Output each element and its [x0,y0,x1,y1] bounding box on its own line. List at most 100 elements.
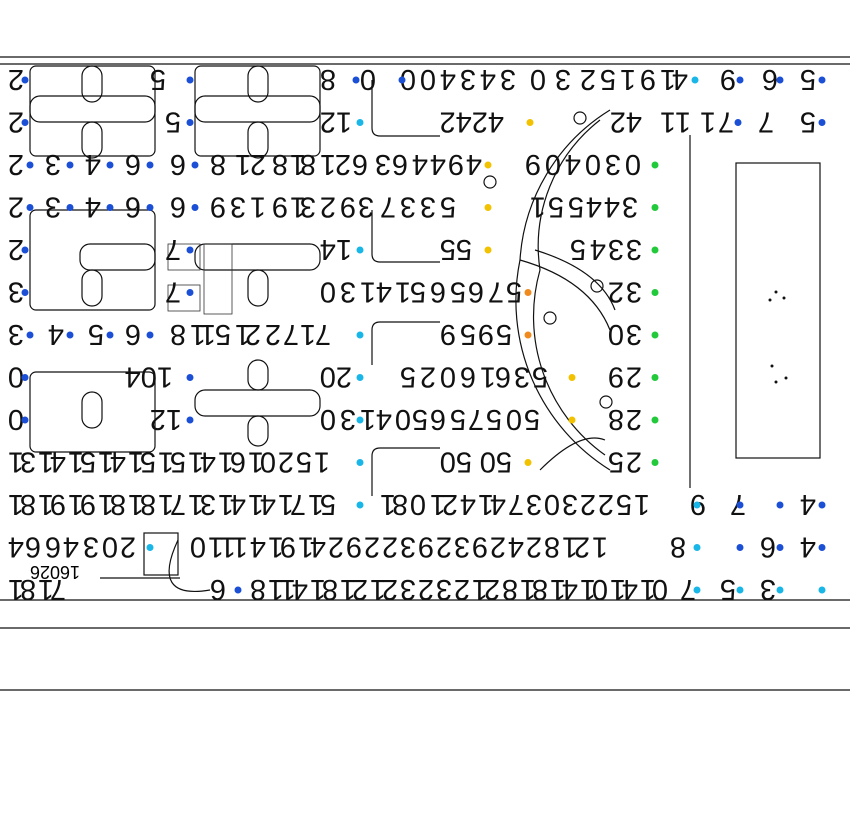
dim-label: 7 [165,276,181,308]
dim-label: 2 [8,106,24,138]
dim-label: 7 [380,191,396,223]
dim-label: 4 [460,488,476,520]
dim-label: 4 [800,531,816,563]
dim-label: 4 [440,63,456,95]
dim-label: 0 [8,403,24,435]
marker-dot [776,544,784,551]
dim-label: 7 [315,318,331,350]
dim-label: 2 [8,191,24,223]
dim-label: 8 [140,488,156,520]
dim-label: 5 [532,361,548,393]
dim-label: 0 [585,148,601,180]
dim-label: 7 [508,488,524,520]
marker-dot [356,459,364,466]
marker-dot [736,501,744,509]
dim-label: 8 [250,573,266,605]
dim-label: 9 [608,361,624,393]
marker-dot [818,501,826,509]
marker-dot [21,416,29,424]
marker-dot [568,374,576,381]
dim-label: 0 [260,446,276,478]
panel-mark-2 [782,296,786,300]
marker-dot [651,246,659,254]
dim-label: 5 [608,446,624,478]
panel-mark-4 [770,364,774,368]
marker-dot [146,161,154,169]
marker-dot [21,289,29,296]
panel-mark-1 [774,290,778,294]
dim-label: 42 [610,106,642,138]
dim-label: 0 [420,63,436,95]
dim-label: 9 [272,191,288,223]
dim-label: 9 [280,531,296,563]
dim-label: 4 [480,63,496,95]
dim-label: 5 [410,276,426,308]
dim-label: 4 [230,488,246,520]
dim-label: 5 [568,191,584,223]
marker-dot [21,76,29,84]
dim-label: 9 [80,488,96,520]
dim-label: 2 [454,573,470,605]
dim-label: 2 [8,63,24,95]
dim-label: 5 [165,106,181,138]
dim-label: 6 [230,446,246,478]
marker-dot [234,586,242,594]
dim-label: 6 [352,148,368,180]
dim-label: 4 [800,488,816,520]
dim-label: 0 [608,318,624,350]
dim-label: 5 [570,233,586,265]
dim-label: 12 [320,106,352,138]
dim-label: 3 [340,276,356,308]
marker-dot [186,246,194,254]
dim-label: 4 [622,573,638,605]
marker-dot [356,119,364,126]
dim-label: 1 [314,446,330,478]
dim-label: 5 [616,488,632,520]
dim-label: 6 [495,361,511,393]
dim-label: 55 [440,233,472,265]
dim-label: 5 [440,191,456,223]
dim-label: 1 [320,148,336,180]
bracket-3 [371,321,440,365]
dim-label: 1 [700,106,716,138]
dim-label: 0 [102,531,118,563]
dim-label: 5 [506,276,522,308]
dim-label: 6 [125,318,141,350]
dim-label: 8 [392,488,408,520]
dim-label: 5 [400,361,416,393]
dim-label: 5 [524,403,540,435]
dim-label: 3 [454,531,470,563]
dim-label: 3 [420,191,436,223]
dim-label: 9 [210,191,226,223]
dim-label: 5 [170,446,186,478]
arc-circle-3 [590,279,604,293]
marker-dot [776,501,784,509]
dim-label: 2 [436,531,452,563]
dim-label: 4 [50,446,66,478]
dim-label: 2 [598,488,614,520]
dim-label: 0 [360,63,376,95]
dim-label: 2 [265,318,281,350]
marker-dot [26,204,34,211]
dim-label: 9 [472,531,488,563]
dim-label: 0 [530,63,546,95]
dim-label: 8 [272,148,288,180]
room-c-bar [79,243,156,271]
marker-dot [186,76,194,84]
marker-dot [693,586,701,594]
dim-label: 3 [460,63,476,95]
marker-dot [186,119,194,126]
marker-dot [186,374,194,381]
small-label: 16026 [30,562,80,582]
dim-label: 4 [8,531,24,563]
dim-label: 3 [45,191,61,223]
marker-dot [691,76,699,84]
dim-label: 2 [626,403,642,435]
dim-label: 2 [352,573,368,605]
room-b-bar [194,95,321,123]
dim-label: 2 [245,318,261,350]
marker-dot [106,204,114,211]
dim-label: 3 [626,318,642,350]
marker-dot [736,586,744,594]
marker-dot [734,119,742,126]
